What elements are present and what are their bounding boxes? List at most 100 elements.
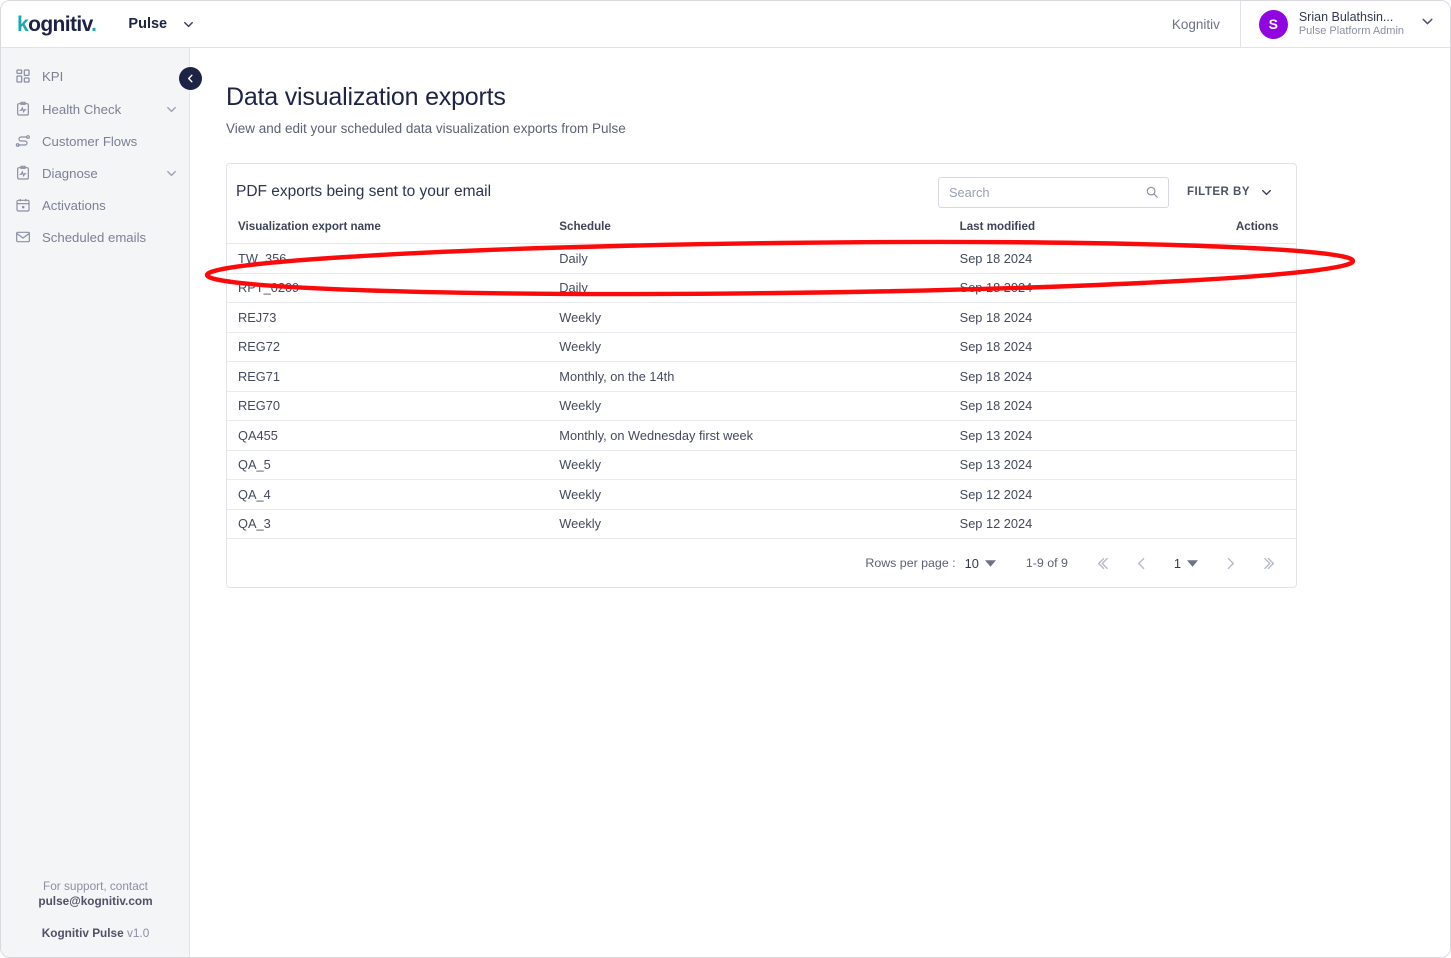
product-selector[interactable]: Pulse (128, 16, 196, 32)
sidebar-item-label: KPI (42, 68, 64, 84)
table-row[interactable]: QA_5 Weekly Sep 13 2024 (227, 450, 1296, 480)
search-input[interactable] (938, 177, 1168, 207)
sidebar-item-activations[interactable]: Activations (1, 189, 189, 221)
card-header-actions: FILTER BY (937, 176, 1274, 208)
column-header-name[interactable]: Visualization export name (227, 220, 560, 244)
card-header: PDF exports being sent to your email FIL… (227, 164, 1296, 220)
sidebar-item-customer-flows[interactable]: Customer Flows (1, 125, 189, 157)
table-row[interactable]: REG70 Weekly Sep 18 2024 (227, 391, 1296, 421)
table-row[interactable]: RPT_0209 Daily Sep 18 2024 (227, 273, 1296, 303)
sidebar-item-label: Scheduled emails (42, 229, 147, 245)
sidebar-item-health-check[interactable]: Health Check (1, 93, 189, 125)
cell-last-modified: Sep 18 2024 (959, 361, 1236, 392)
chevron-down-icon (1419, 13, 1436, 35)
table-row[interactable]: QA_4 Weekly Sep 12 2024 (227, 479, 1296, 510)
cell-actions[interactable] (1235, 391, 1296, 421)
sidebar-nav: KPI Health Check Customer Flows Diagnose… (1, 48, 189, 253)
chevron-down-icon (181, 17, 196, 32)
table-row[interactable]: QA_3 Weekly Sep 12 2024 (227, 509, 1296, 539)
table-row[interactable]: REG71 Monthly, on the 14th Sep 18 2024 (227, 361, 1296, 392)
logo-dot: . (91, 12, 97, 36)
chevron-down-icon[interactable] (164, 166, 179, 181)
cell-schedule: Daily (559, 273, 960, 303)
grid-icon (14, 68, 31, 85)
next-page-button[interactable] (1210, 546, 1250, 580)
logo-k: k (17, 12, 29, 36)
cell-export-name: QA_5 (227, 450, 560, 480)
previous-page-button[interactable] (1122, 546, 1162, 580)
app-version-number: v1.0 (126, 926, 150, 941)
cell-actions[interactable] (1235, 479, 1296, 510)
cell-actions[interactable] (1235, 450, 1296, 480)
search-box[interactable] (937, 176, 1169, 208)
current-page-value: 1 (1173, 555, 1181, 571)
footer-gap (1, 910, 190, 922)
column-header-modified[interactable]: Last modified (959, 220, 1236, 244)
rows-per-page-label: Rows per page : (865, 556, 956, 570)
kognitiv-logo[interactable]: kognitiv. (17, 12, 97, 36)
cell-schedule: Monthly, on the 14th (559, 361, 960, 392)
table-row[interactable]: REJ73 Weekly Sep 18 2024 (227, 302, 1296, 333)
sidebar-item-label: Activations (42, 197, 106, 213)
cell-actions[interactable] (1235, 243, 1296, 274)
main-content: Data visualization exports View and edit… (191, 48, 1450, 957)
cell-schedule: Monthly, on Wednesday first week (559, 420, 960, 451)
cell-schedule: Weekly (559, 479, 960, 510)
tenant-name[interactable]: Kognitiv (1172, 17, 1240, 32)
pagination: Rows per page : 10 1-9 of 9 1 (227, 539, 1296, 587)
rows-per-page-select[interactable]: 10 (965, 556, 996, 571)
support-email[interactable]: pulse@kognitiv.com (1, 894, 190, 910)
cell-schedule: Daily (559, 243, 960, 274)
app-window: kognitiv. Pulse Kognitiv S Srian Bulaths… (0, 0, 1451, 958)
clipboard-pulse-icon (14, 165, 31, 182)
cell-actions[interactable] (1235, 332, 1296, 362)
pagination-range: 1-9 of 9 (1025, 556, 1068, 570)
column-header-schedule[interactable]: Schedule (559, 220, 960, 244)
table-row[interactable]: QA455 Monthly, on Wednesday first week Sep… (227, 420, 1296, 451)
user-menu[interactable]: S Srian Bulathsin... Pulse Platform Admi… (1241, 9, 1450, 39)
sidebar-item-label: Customer Flows (42, 133, 138, 149)
sidebar: KPI Health Check Customer Flows Diagnose… (1, 48, 190, 957)
cell-actions[interactable] (1235, 509, 1296, 539)
logo-rest: ognitiv (28, 12, 92, 36)
table-head: Visualization export name Schedule Last … (227, 220, 1296, 244)
cell-schedule: Weekly (559, 391, 960, 421)
cell-actions[interactable] (1235, 361, 1296, 392)
user-role: Pulse Platform Admin (1298, 25, 1404, 38)
first-page-button[interactable] (1082, 546, 1122, 580)
flow-icon (14, 133, 31, 150)
sidebar-item-kpi[interactable]: KPI (1, 60, 189, 92)
filter-by-button[interactable]: FILTER BY (1187, 185, 1274, 200)
page-header: Data visualization exports View and edit… (191, 48, 1450, 136)
top-bar-right: Kognitiv S Srian Bulathsin... Pulse Plat… (1172, 1, 1450, 47)
page-select[interactable]: 1 (1174, 556, 1198, 571)
search-icon[interactable] (1145, 185, 1159, 199)
cell-actions[interactable] (1235, 420, 1296, 451)
cell-actions[interactable] (1235, 302, 1296, 333)
chevron-down-icon[interactable] (164, 102, 179, 117)
cell-export-name: REG72 (227, 332, 560, 362)
table-header-row: Visualization export name Schedule Last … (227, 220, 1296, 244)
sidebar-item-diagnose[interactable]: Diagnose (1, 157, 189, 189)
table-row[interactable]: REG72 Weekly Sep 18 2024 (227, 332, 1296, 362)
filter-by-label: FILTER BY (1186, 186, 1250, 198)
cell-export-name: RPT_0209 (227, 273, 560, 303)
cell-actions[interactable] (1235, 273, 1296, 303)
sidebar-collapse-button[interactable] (179, 67, 202, 90)
table-row[interactable]: TW_356 Daily Sep 18 2024 (227, 243, 1296, 274)
last-page-button[interactable] (1250, 546, 1290, 580)
cell-last-modified: Sep 12 2024 (959, 509, 1236, 539)
cell-last-modified: Sep 12 2024 (959, 479, 1236, 510)
calendar-icon (14, 197, 31, 214)
envelope-icon (14, 229, 31, 246)
sidebar-item-scheduled-emails[interactable]: Scheduled emails (1, 221, 189, 253)
cell-schedule: Weekly (559, 450, 960, 480)
cell-schedule: Weekly (559, 509, 960, 539)
cell-export-name: REG70 (227, 391, 560, 421)
cell-last-modified: Sep 18 2024 (959, 302, 1236, 333)
cell-schedule: Weekly (559, 302, 960, 333)
cell-last-modified: Sep 18 2024 (959, 332, 1236, 362)
rows-per-page-value: 10 (964, 555, 979, 571)
exports-table: Visualization export name Schedule Last … (227, 220, 1296, 539)
caret-down-icon (1187, 559, 1198, 567)
